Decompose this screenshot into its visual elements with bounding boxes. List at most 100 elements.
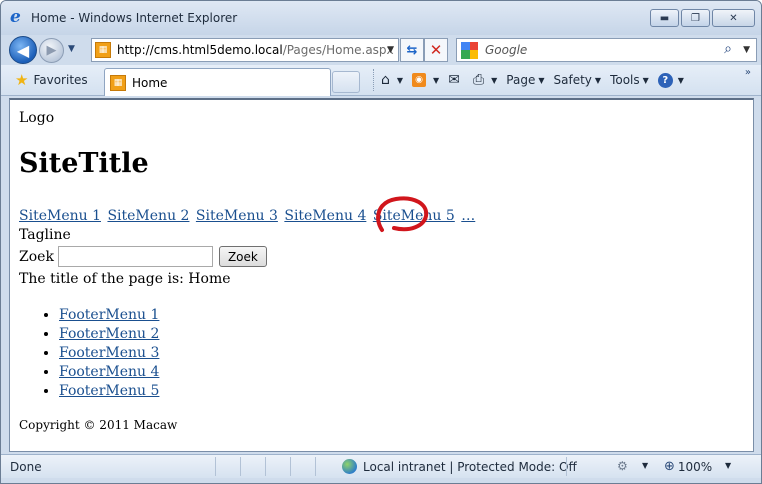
page-title-text: The title of the page is: Home — [19, 271, 231, 287]
site-menu-more-link[interactable]: … — [461, 208, 475, 224]
url-path: /Pages/Home.aspx — [282, 43, 394, 57]
page-menu-label: Page — [506, 73, 536, 87]
help-button[interactable]: ? ▼ — [657, 72, 684, 88]
zone-label: Local intranet | Protected Mode: Off — [363, 459, 577, 474]
stop-button[interactable]: ✕ — [424, 38, 448, 62]
close-button[interactable]: ✕ — [712, 9, 755, 27]
print-button[interactable]: ⎙ ▼ — [473, 72, 497, 88]
minimize-button[interactable]: ▬ — [650, 9, 679, 27]
status-pane — [265, 457, 290, 476]
search-label: Zoek — [19, 248, 54, 265]
chevron-down-icon[interactable]: ▼ — [433, 76, 439, 85]
status-pane — [290, 457, 315, 476]
footer-menu-link[interactable]: FooterMenu 3 — [59, 345, 159, 361]
tools-menu[interactable]: Tools ▼ — [610, 73, 649, 87]
new-tab-button[interactable] — [332, 71, 360, 93]
copyright: Copyright © 2011 Macaw — [19, 418, 178, 432]
footer-menu-link[interactable]: FooterMenu 4 — [59, 364, 159, 380]
command-bar: ★ Favorites ▦ Home ⌂ ▼ ◉ ▼ ✉ ⎙ ▼ Page ▼ … — [1, 65, 761, 96]
feeds-button[interactable]: ◉ ▼ — [412, 73, 439, 87]
site-favicon-icon: ▦ — [110, 74, 126, 91]
list-item: FooterMenu 5 — [59, 382, 159, 401]
status-bar: Done Local intranet | Protected Mode: Of… — [1, 454, 761, 478]
site-favicon-icon: ▦ — [95, 42, 111, 58]
tools-menu-label: Tools — [610, 73, 640, 87]
site-menu-item[interactable]: SiteMenu 4 — [284, 208, 366, 224]
refresh-button[interactable]: ⇆ — [400, 38, 424, 62]
site-title: SiteTitle — [19, 148, 149, 179]
rss-icon: ◉ — [412, 73, 427, 87]
command-buttons: ⌂ ▼ ◉ ▼ ✉ ⎙ ▼ Page ▼ Safety ▼ Tools ▼ ? … — [381, 69, 693, 91]
zoom-level: 100% — [677, 459, 713, 474]
ie-window: e Home - Windows Internet Explorer ▬ ❐ ✕… — [0, 0, 762, 484]
safety-menu[interactable]: Safety ▼ — [554, 73, 602, 87]
forward-button[interactable]: ▶ — [39, 38, 64, 63]
list-item: FooterMenu 1 — [59, 306, 159, 325]
zoom-icon: ⊕ — [664, 459, 675, 474]
chevron-down-icon: ▼ — [677, 75, 684, 85]
chevron-down-icon: ▼ — [538, 75, 545, 85]
footer-menu-link[interactable]: FooterMenu 5 — [59, 383, 159, 399]
toolbar-overflow-icon[interactable]: » — [745, 67, 751, 78]
status-pane — [240, 457, 265, 476]
site-menu-item[interactable]: SiteMenu 3 — [196, 208, 278, 224]
url-host: http://cms.html5demo.local — [117, 43, 283, 57]
search-icon[interactable]: ⌕ — [724, 41, 732, 57]
chevron-down-icon[interactable]: ▼ — [491, 76, 497, 85]
home-button[interactable]: ⌂ ▼ — [381, 72, 403, 88]
status-pane — [215, 457, 240, 476]
page-viewport: Logo SiteTitle SiteMenu 1 SiteMenu 2 Sit… — [9, 98, 754, 452]
star-icon: ★ — [15, 71, 29, 89]
chevron-down-icon[interactable]: ▼ — [642, 461, 648, 470]
search-button[interactable]: Zoek — [218, 246, 267, 267]
navigation-bar: ◀ ▶ ▼ ▦ http://cms.html5demo.local/Pages… — [1, 35, 761, 65]
google-icon — [461, 41, 478, 59]
address-dropdown-icon[interactable]: ▼ — [387, 45, 394, 55]
globe-icon — [342, 459, 357, 474]
site-search: Zoek Zoek — [19, 246, 267, 267]
footer-menu-link[interactable]: FooterMenu 1 — [59, 307, 159, 323]
maximize-button[interactable]: ❐ — [681, 9, 710, 27]
help-icon: ? — [657, 72, 673, 88]
chevron-down-icon[interactable]: ▼ — [397, 76, 403, 85]
status-panes — [215, 457, 340, 476]
mail-button[interactable]: ✉ — [448, 72, 464, 88]
favorites-button[interactable]: ★ Favorites — [9, 69, 94, 91]
zoom-control[interactable]: ⊕ 100% — [664, 459, 712, 474]
protected-mode-icon[interactable]: ⚙ — [617, 459, 628, 473]
status-text: Done — [10, 460, 42, 474]
address-url[interactable]: http://cms.html5demo.local/Pages/Home.as… — [117, 43, 394, 57]
page-menu[interactable]: Page ▼ — [506, 73, 544, 87]
address-bar[interactable]: ▦ http://cms.html5demo.local/Pages/Home.… — [91, 38, 399, 62]
chevron-down-icon[interactable]: ▼ — [725, 461, 731, 470]
site-logo: Logo — [19, 110, 55, 126]
mail-icon: ✉ — [448, 72, 460, 88]
recent-pages-dropdown-icon[interactable]: ▼ — [68, 44, 75, 54]
search-providers-dropdown-icon[interactable]: ▼ — [743, 45, 750, 55]
window-controls: ▬ ❐ ✕ — [648, 9, 755, 27]
home-icon: ⌂ — [381, 72, 390, 88]
footer-menu-link[interactable]: FooterMenu 2 — [59, 326, 159, 342]
favorites-label: Favorites — [33, 73, 88, 87]
red-circle-annotation — [376, 196, 429, 232]
title-bar: e Home - Windows Internet Explorer ▬ ❐ ✕ — [1, 1, 761, 35]
back-button[interactable]: ◀ — [9, 36, 37, 64]
site-menu-item[interactable]: SiteMenu 1 — [19, 208, 101, 224]
chevron-down-icon: ▼ — [594, 75, 602, 85]
list-item: FooterMenu 3 — [59, 344, 159, 363]
tagline: Tagline — [19, 227, 71, 243]
footer-menu: FooterMenu 1 FooterMenu 2 FooterMenu 3 F… — [59, 306, 159, 401]
tab-label: Home — [132, 75, 168, 90]
safety-menu-label: Safety — [553, 73, 592, 87]
search-box[interactable]: Google ⌕ ▼ — [456, 38, 757, 62]
tab-home[interactable]: ▦ Home — [104, 68, 331, 96]
chevron-down-icon: ▼ — [642, 75, 649, 85]
ie-logo-icon: e — [10, 7, 21, 27]
site-menu-item[interactable]: SiteMenu 2 — [107, 208, 189, 224]
list-item: FooterMenu 4 — [59, 363, 159, 382]
list-item: FooterMenu 2 — [59, 325, 159, 344]
security-zone[interactable]: Local intranet | Protected Mode: Off — [342, 459, 577, 474]
print-icon: ⎙ — [472, 72, 485, 88]
search-input[interactable] — [57, 246, 213, 267]
search-placeholder: Google — [485, 43, 528, 57]
